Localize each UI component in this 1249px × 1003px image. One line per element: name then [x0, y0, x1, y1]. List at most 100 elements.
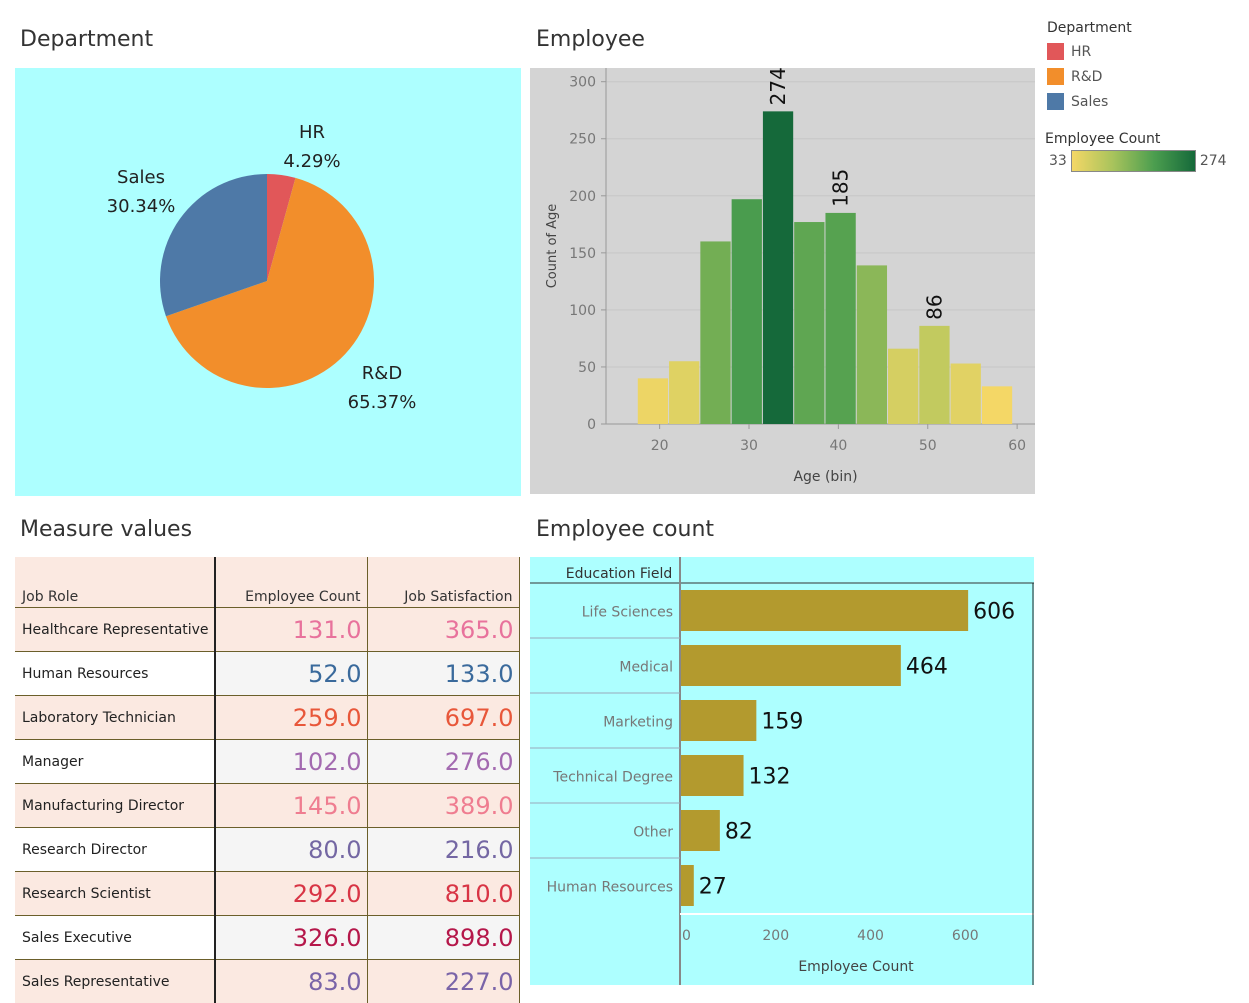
category-label: Marketing — [603, 715, 673, 731]
cell-job-role: Sales Representative — [15, 960, 215, 1003]
cell-job-satisfaction: 216.0 — [367, 828, 519, 872]
histogram-bar — [732, 199, 762, 424]
bar-data-label: 606 — [973, 600, 1015, 625]
pie-value-sales: 30.34% — [107, 196, 176, 217]
legend-item-rnd[interactable]: R&D — [1047, 64, 1132, 89]
education-field-bar-chart: Education Field Life Sciences 606 Medical 46… — [530, 557, 1034, 985]
cell-job-satisfaction: 898.0 — [367, 916, 519, 960]
cell-job-satisfaction: 389.0 — [367, 784, 519, 828]
histogram-bar — [982, 386, 1012, 424]
horizontal-bar — [681, 645, 901, 686]
pie-label-sales: Sales — [117, 167, 165, 188]
x-tick-label: 30 — [740, 438, 758, 454]
table-row[interactable]: Laboratory Technician259.0697.0 — [15, 696, 519, 740]
x-axis-title: Employee Count — [798, 959, 914, 975]
table-row[interactable]: Research Scientist292.0810.0 — [15, 872, 519, 916]
x-tick-label: 200 — [762, 928, 789, 944]
table-row[interactable]: Sales Representative83.0227.0 — [15, 960, 519, 1003]
legend-swatch-sales — [1047, 93, 1064, 110]
x-tick-label: 0 — [682, 928, 691, 944]
category-label: Other — [633, 825, 673, 841]
column-header-employee-count[interactable]: Employee Count — [215, 557, 367, 608]
cell-job-role: Human Resources — [15, 652, 215, 696]
employee-title: Employee — [536, 27, 645, 52]
bar-data-label: 27 — [699, 875, 727, 900]
cell-job-role: Manager — [15, 740, 215, 784]
histogram-bar — [951, 364, 981, 424]
category-label: Medical — [619, 660, 673, 676]
cell-job-role: Research Scientist — [15, 872, 215, 916]
cell-employee-count: 83.0 — [215, 960, 367, 1003]
table-row[interactable]: Manufacturing Director145.0389.0 — [15, 784, 519, 828]
category-label: Technical Degree — [552, 770, 673, 786]
table-row[interactable]: Research Director80.0216.0 — [15, 828, 519, 872]
y-tick-label: 300 — [569, 75, 596, 91]
table-row[interactable]: Human Resources52.0133.0 — [15, 652, 519, 696]
x-tick-label: 400 — [857, 928, 884, 944]
department-legend: Department HR R&D Sales — [1047, 20, 1132, 114]
histogram-bar — [857, 265, 887, 424]
y-tick-label: 50 — [578, 360, 596, 376]
horizontal-bar — [681, 755, 744, 796]
legend-swatch-rnd — [1047, 68, 1064, 85]
cell-job-satisfaction: 810.0 — [367, 872, 519, 916]
bar-data-label: 464 — [906, 655, 948, 680]
horizontal-bar — [681, 590, 968, 631]
cell-job-role: Healthcare Representative — [15, 608, 215, 652]
histogram-bar — [825, 213, 855, 424]
x-tick-label: 40 — [829, 438, 847, 454]
y-axis-title: Count of Age — [545, 204, 560, 289]
legend-label-hr: HR — [1071, 44, 1091, 60]
legend-swatch-hr — [1047, 43, 1064, 60]
department-pie-chart: HR4.29%R&D65.37%Sales30.34% — [15, 68, 521, 496]
table-row[interactable]: Sales Executive326.0898.0 — [15, 916, 519, 960]
column-header-job-role[interactable]: Job Role — [15, 557, 215, 608]
table-row[interactable]: Manager102.0276.0 — [15, 740, 519, 784]
histogram-bar — [700, 241, 730, 424]
legend-item-hr[interactable]: HR — [1047, 39, 1132, 64]
table-row[interactable]: Healthcare Representative131.0365.0 — [15, 608, 519, 652]
legend-label-rnd: R&D — [1071, 69, 1102, 85]
column-header-job-satisfaction[interactable]: Job Satisfaction — [367, 557, 519, 608]
bar-data-label: 132 — [749, 765, 791, 790]
cell-employee-count: 80.0 — [215, 828, 367, 872]
histogram-bar — [638, 378, 668, 424]
cell-job-role: Manufacturing Director — [15, 784, 215, 828]
count-gradient-bar — [1071, 150, 1196, 172]
y-tick-label: 250 — [569, 132, 596, 148]
x-tick-label: 600 — [952, 928, 979, 944]
x-tick-label: 20 — [651, 438, 669, 454]
legend-item-sales[interactable]: Sales — [1047, 89, 1132, 114]
category-label: Life Sciences — [582, 605, 673, 621]
row-header-education-field: Education Field — [566, 566, 672, 582]
x-tick-label: 60 — [1008, 438, 1026, 454]
pie-label-rnd: R&D — [362, 363, 402, 384]
count-legend-min: 33 — [1049, 153, 1067, 169]
cell-employee-count: 259.0 — [215, 696, 367, 740]
histogram-bar — [669, 361, 699, 424]
measure-values-title: Measure values — [20, 517, 192, 542]
count-legend-max: 274 — [1200, 153, 1227, 169]
count-legend: Employee Count 33 274 — [1045, 131, 1227, 172]
histogram-data-label: 185 — [829, 169, 853, 207]
legend-label-sales: Sales — [1071, 94, 1108, 110]
department-legend-title: Department — [1047, 20, 1132, 36]
employee-count-title: Employee count — [536, 517, 714, 542]
age-histogram-chart: 050100150200250300274185862030405060Age … — [530, 68, 1035, 494]
cell-employee-count: 292.0 — [215, 872, 367, 916]
histogram-bar — [794, 222, 824, 424]
horizontal-bar — [681, 865, 694, 906]
histogram-data-label: 274 — [766, 68, 790, 105]
cell-job-satisfaction: 365.0 — [367, 608, 519, 652]
y-tick-label: 0 — [587, 417, 596, 433]
cell-employee-count: 52.0 — [215, 652, 367, 696]
cell-job-role: Sales Executive — [15, 916, 215, 960]
histogram-bar — [919, 326, 949, 424]
horizontal-bar — [681, 700, 756, 741]
cell-employee-count: 326.0 — [215, 916, 367, 960]
cell-job-satisfaction: 133.0 — [367, 652, 519, 696]
measure-values-table: Job Role Employee Count Job Satisfaction… — [15, 557, 520, 1003]
job-role-table: Job Role Employee Count Job Satisfaction… — [15, 557, 519, 985]
cell-job-satisfaction: 227.0 — [367, 960, 519, 1003]
bar-data-label: 159 — [761, 710, 803, 735]
